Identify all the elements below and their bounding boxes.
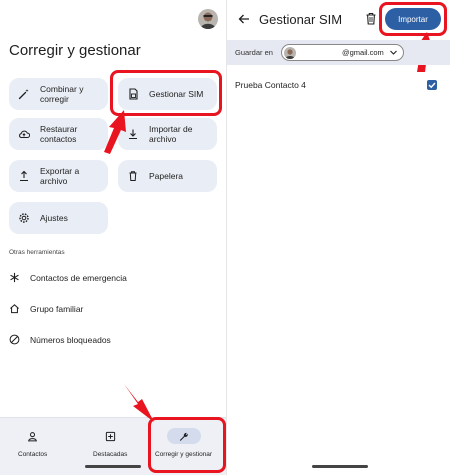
tile-merge-fix[interactable]: Combinar y corregir (9, 78, 108, 110)
tile-label: Papelera (149, 171, 184, 181)
nav-highlights[interactable]: Destacadas (93, 428, 127, 458)
check-icon (428, 82, 436, 89)
tile-label: Exportar a archivo (40, 166, 80, 186)
trash-icon[interactable] (365, 12, 377, 25)
tool-emergency-contacts[interactable]: Contactos de emergencia (9, 272, 127, 283)
save-in-label: Guardar en (235, 48, 273, 57)
tile-label: Ajustes (40, 213, 68, 223)
tile-settings[interactable]: Ajustes (9, 202, 108, 234)
account-avatar (284, 46, 296, 59)
gear-icon (17, 211, 31, 225)
account-email: @gmail.com (342, 48, 384, 57)
annotation-arrow-icon (104, 110, 126, 154)
contact-checkbox[interactable] (427, 80, 437, 90)
annotation-arrow-icon (124, 384, 154, 422)
chevron-down-icon (390, 50, 397, 55)
other-tools-heading: Otras herramientas (9, 249, 65, 256)
manage-sim-screen: Gestionar SIM Importar Guardar en @gmail… (226, 0, 450, 475)
cloud-restore-icon (17, 127, 31, 141)
gesture-bar (85, 465, 141, 468)
gesture-bar (312, 465, 368, 468)
magic-wand-icon (17, 87, 31, 101)
highlight-import-button (379, 2, 447, 36)
tile-trash[interactable]: Papelera (118, 160, 217, 192)
account-selector[interactable]: @gmail.com (281, 44, 404, 61)
asterisk-icon (10, 272, 19, 283)
upload-icon (17, 169, 31, 183)
tile-label: Restaurar contactos (40, 124, 78, 144)
contact-name: Prueba Contacto 4 (235, 80, 306, 90)
screen-title: Gestionar SIM (259, 12, 343, 27)
nav-label: Contactos (18, 451, 48, 458)
fix-manage-screen: Corregir y gestionar Combinar y corregir… (0, 0, 226, 475)
person-icon (28, 431, 38, 441)
tool-label: Contactos de emergencia (30, 272, 127, 283)
nav-contacts[interactable]: Contactos (18, 428, 47, 458)
star-box-icon (105, 431, 115, 441)
tool-label: Números bloqueados (30, 334, 111, 345)
page-title: Corregir y gestionar (9, 42, 141, 59)
account-avatar[interactable] (198, 9, 218, 29)
tile-label: Combinar y corregir (40, 84, 84, 104)
nav-label: Destacadas (93, 451, 128, 458)
tile-export-file[interactable]: Exportar a archivo (9, 160, 108, 192)
back-arrow-icon[interactable] (237, 12, 251, 26)
trash-icon (126, 169, 140, 183)
tile-restore-contacts[interactable]: Restaurar contactos (9, 118, 108, 150)
block-icon (9, 334, 20, 345)
tool-blocked-numbers[interactable]: Números bloqueados (9, 334, 111, 345)
tool-family-group[interactable]: Grupo familiar (9, 303, 83, 314)
highlight-fix-manage-tab (148, 417, 226, 473)
tile-label: Importar de archivo (149, 124, 193, 144)
tool-label: Grupo familiar (30, 303, 84, 314)
home-icon (10, 304, 19, 314)
